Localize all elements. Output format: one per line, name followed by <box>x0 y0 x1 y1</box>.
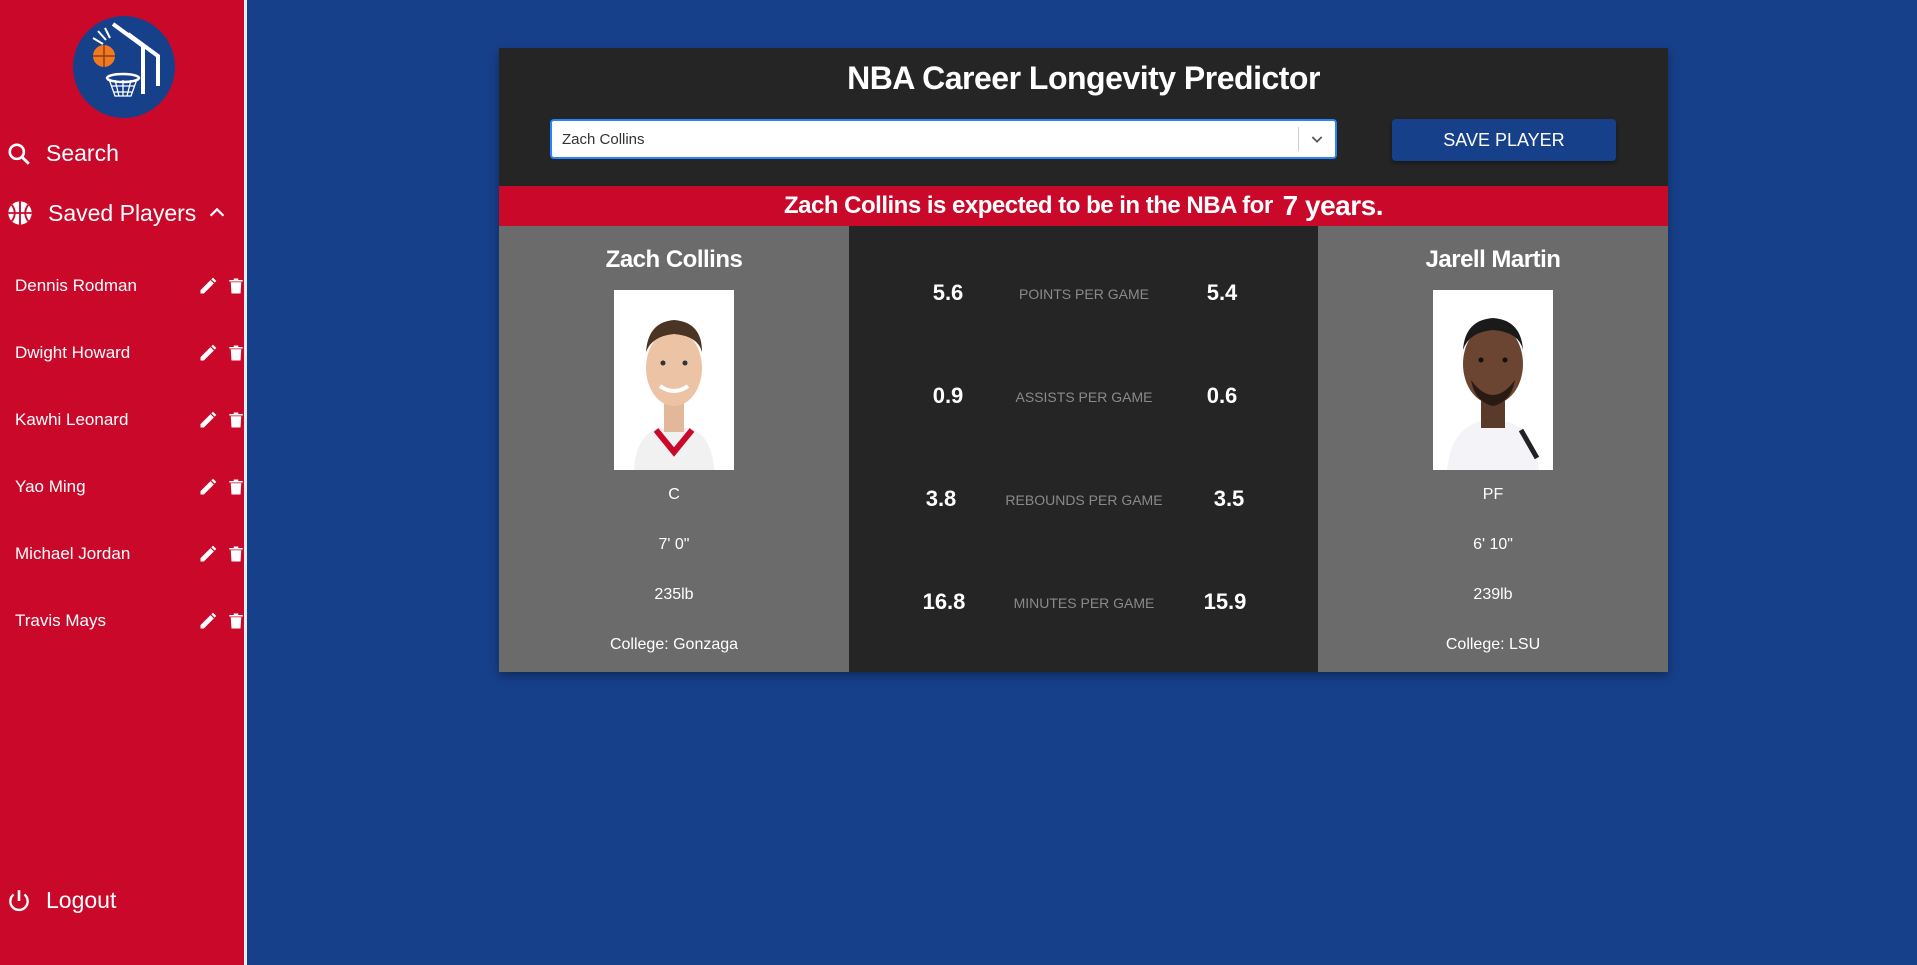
prediction-banner: Zach Collins is expected to be in the NB… <box>499 186 1668 226</box>
nav-search-label: Search <box>46 140 119 166</box>
stat-right-value: 15.9 <box>1203 589 1247 614</box>
chevron-down-icon[interactable] <box>1299 131 1335 147</box>
stat-label: REBOUNDS PER GAME <box>1005 492 1163 508</box>
edit-icon[interactable] <box>198 544 218 564</box>
saved-player-name: Kawhi Leonard <box>15 409 129 429</box>
nav-logout[interactable]: Logout <box>6 887 116 914</box>
saved-player-name: Dennis Rodman <box>15 275 137 295</box>
nav-logout-label: Logout <box>46 887 117 913</box>
stat-row: 3.8 REBOUNDS PER GAME 3.5 <box>849 480 1318 520</box>
stat-right-value: 5.4 <box>1206 280 1238 305</box>
save-player-button[interactable]: SAVE PLAYER <box>1392 119 1616 161</box>
stat-label: ASSISTS PER GAME <box>1015 389 1153 405</box>
player-card-left: Zach Collins C 7' 0" 235lb College: Gonz… <box>499 226 849 672</box>
edit-icon[interactable] <box>198 611 218 631</box>
search-icon <box>8 142 30 165</box>
saved-player-name: Dwight Howard <box>15 342 131 362</box>
player-photo <box>1433 290 1553 470</box>
edit-icon[interactable] <box>198 343 218 363</box>
player-select-value: Zach Collins <box>562 130 645 148</box>
nav-search[interactable]: Search <box>6 140 119 167</box>
saved-player-item[interactable]: Kawhi Leonard <box>0 386 247 453</box>
app-logo[interactable] <box>73 16 175 118</box>
basketball-icon <box>8 201 32 225</box>
stat-label: MINUTES PER GAME <box>1013 595 1155 611</box>
saved-player-item[interactable]: Dennis Rodman <box>0 252 247 319</box>
player-position: C <box>668 486 680 503</box>
trash-icon[interactable] <box>227 343 245 363</box>
saved-player-name: Yao Ming <box>15 476 86 496</box>
saved-player-item[interactable]: Dwight Howard <box>0 319 247 386</box>
stat-right-value: 3.5 <box>1213 486 1245 511</box>
saved-player-name: Travis Mays <box>15 610 106 630</box>
edit-icon[interactable] <box>198 276 218 296</box>
stat-left-value: 5.6 <box>932 280 964 305</box>
edit-icon[interactable] <box>198 477 218 497</box>
stat-left-value: 3.8 <box>925 486 957 511</box>
stat-row: 16.8 MINUTES PER GAME 15.9 <box>849 583 1318 623</box>
page-title: NBA Career Longevity Predictor <box>847 60 1320 96</box>
stat-row: 5.6 POINTS PER GAME 5.4 <box>849 274 1318 314</box>
edit-icon[interactable] <box>198 410 218 430</box>
nav-saved-players[interactable]: Saved Players <box>6 199 242 227</box>
player-weight: 235lb <box>654 586 694 603</box>
prediction-years: 7 years. <box>1282 190 1384 221</box>
player-name: Jarell Martin <box>1425 246 1561 273</box>
saved-player-item[interactable]: Yao Ming <box>0 453 247 520</box>
saved-players-list: Dennis Rodman Dwight Howard Kawhi Leonar… <box>0 252 247 654</box>
saved-player-name: Michael Jordan <box>15 543 131 563</box>
stat-left-value: 0.9 <box>932 383 964 408</box>
saved-player-item[interactable]: Travis Mays <box>0 587 247 654</box>
stats-comparison: 5.6 POINTS PER GAME 5.4 0.9 ASSISTS PER … <box>849 226 1318 672</box>
trash-icon[interactable] <box>227 611 245 631</box>
power-icon <box>9 889 29 911</box>
stat-row: 0.9 ASSISTS PER GAME 0.6 <box>849 377 1318 417</box>
player-height: 7' 0" <box>658 536 690 553</box>
player-card-right: Jarell Martin PF 6' 10" 239lb College: L… <box>1318 226 1668 672</box>
player-college: College: LSU <box>1445 636 1541 653</box>
trash-icon[interactable] <box>227 276 245 296</box>
predictor-card: NBA Career Longevity Predictor Zach Coll… <box>499 48 1668 672</box>
player-position: PF <box>1482 486 1504 503</box>
player-photo <box>614 290 734 470</box>
chevron-up-icon[interactable] <box>206 202 228 224</box>
saved-player-item[interactable]: Michael Jordan <box>0 520 247 587</box>
player-college: College: Gonzaga <box>609 636 739 653</box>
prediction-text: Zach Collins is expected to be in the NB… <box>783 192 1273 219</box>
player-height: 6' 10" <box>1473 536 1513 553</box>
trash-icon[interactable] <box>227 544 245 564</box>
player-weight: 239lb <box>1473 586 1513 603</box>
player-select[interactable]: Zach Collins <box>550 119 1337 159</box>
sidebar: Search Saved Players Dennis Rodman Dwigh… <box>0 0 247 965</box>
trash-icon[interactable] <box>227 410 245 430</box>
trash-icon[interactable] <box>227 477 245 497</box>
player-name: Zach Collins <box>605 246 743 273</box>
stat-left-value: 16.8 <box>922 589 966 614</box>
stat-label: POINTS PER GAME <box>1019 286 1149 302</box>
stat-right-value: 0.6 <box>1206 383 1238 408</box>
nav-saved-label: Saved Players <box>48 199 197 226</box>
